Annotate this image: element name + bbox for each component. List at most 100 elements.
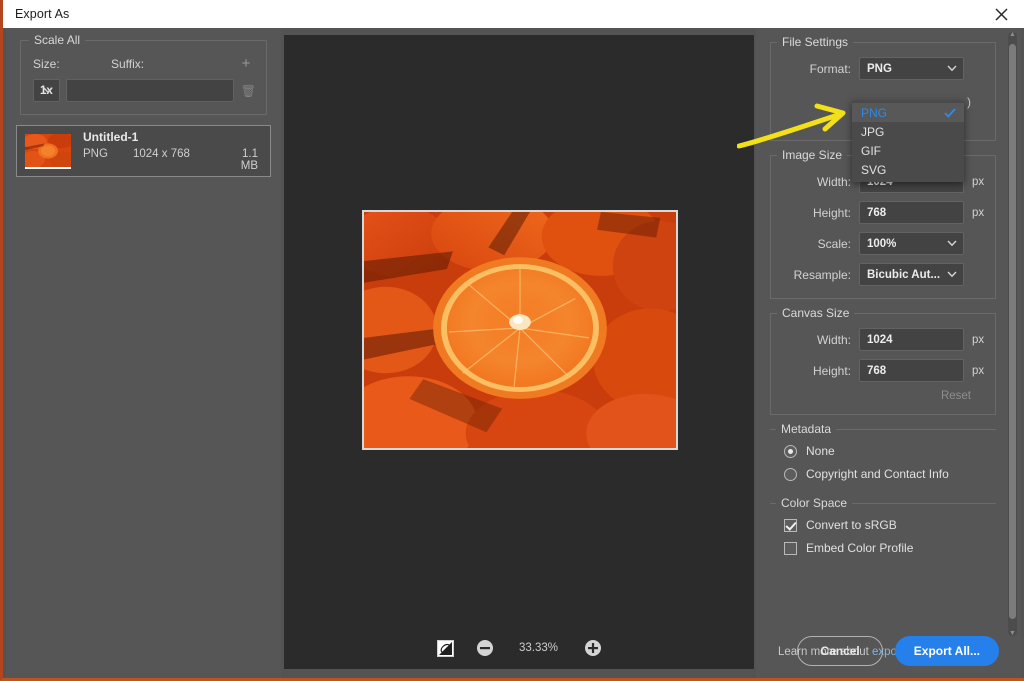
scrollbar-thumb[interactable] [1009,44,1016,619]
scroll-down-arrow-icon[interactable]: ▼ [1009,630,1016,637]
metadata-option-copyright[interactable]: Copyright and Contact Info [780,467,986,481]
title-bar: Export As [3,0,1024,28]
color-space-title: Color Space [776,496,853,510]
settings-scrollbar[interactable]: ▲ ▼ [1008,31,1017,637]
cancel-button[interactable]: Cancel [797,636,883,666]
minus-circle-icon[interactable] [476,639,494,657]
trash-icon[interactable]: 🗑 [241,84,256,98]
scale-all-group: Scale All Size: Suffix: + 1x 🗑 [20,33,267,115]
metadata-option-none-label: None [806,444,835,458]
format-option-svg[interactable]: SVG [852,160,964,179]
radio-icon [784,444,797,458]
image-height-unit: px [972,206,985,219]
close-icon [994,7,1008,21]
plus-icon[interactable]: + [238,56,254,71]
resample-value: Bicubic Aut... [867,268,941,281]
format-option-png[interactable]: PNG [852,103,964,122]
scroll-up-arrow-icon[interactable]: ▲ [1009,31,1016,38]
resample-select[interactable]: Bicubic Aut... [859,263,964,286]
canvas-width-unit: px [972,333,985,346]
checkbox-icon [784,541,797,555]
occluded-quality-text: ) [967,95,971,109]
close-button[interactable] [978,0,1024,28]
dialog-footer: Cancel Export All... [797,636,999,666]
zoom-toolbar: 33.33% [284,639,754,657]
plus-circle-icon[interactable] [584,639,602,657]
image-scale-label: Scale: [817,236,851,251]
canvas-width-input[interactable]: 1024 [859,328,964,351]
metadata-option-copyright-label: Copyright and Contact Info [806,467,949,481]
format-label: Format: [809,61,851,76]
canvas-height-label: Height: [812,363,851,378]
color-space-option-srgb-label: Convert to sRGB [806,518,897,532]
format-dropdown-menu[interactable]: PNG JPG GIF SVG [852,101,964,182]
file-format: PNG [83,148,108,160]
metadata-title: Metadata [776,422,837,436]
format-option-png-label: PNG [861,105,888,120]
resample-label: Resample: [793,267,851,282]
preview-image-oranges [364,212,676,448]
image-width-unit: px [972,175,985,188]
file-sub-row: PNG 1024 x 768 1.1 MB [83,148,262,172]
zoom-level-label: 33.33% [518,642,558,654]
image-scale-value: 100% [867,237,897,250]
canvas-reset-row: Reset [781,390,985,402]
scale-all-title: Scale All [29,33,86,47]
format-option-svg-label: SVG [861,162,887,177]
chevron-down-icon [947,65,957,72]
image-size-title: Image Size [777,148,848,162]
chevron-down-icon [947,240,957,247]
file-name: Untitled-1 [83,130,139,144]
color-space-option-embed-label: Embed Color Profile [806,541,914,555]
metadata-group: Metadata None Copyright and Contact Info [770,422,996,489]
file-meta: Untitled-1 PNG 1024 x 768 1.1 MB [83,130,262,172]
suffix-input[interactable] [65,79,234,102]
preview-canvas[interactable]: 33.33% [284,35,754,669]
format-option-jpg-label: JPG [861,124,885,139]
suffix-label: Suffix: [111,57,145,71]
canvas-size-group: Canvas Size Width: 1024 px Height: 768 p… [770,306,996,415]
image-height-value: 768 [867,206,887,219]
toggle-transparency-icon[interactable] [436,639,454,657]
scale-all-fields-row: 1x 🗑 [33,79,256,102]
file-dimensions: 1024 x 768 [133,148,190,160]
file-settings-title: File Settings [777,35,854,49]
format-select-value: PNG [867,62,892,75]
checkbox-icon [784,518,797,532]
chevron-down-icon [947,271,957,278]
image-height-input[interactable]: 768 [859,201,964,224]
image-scale-row: Scale: 100% [781,232,985,255]
thumbnail-image [25,133,71,167]
export-file-list-item[interactable]: Untitled-1 PNG 1024 x 768 1.1 MB [16,125,271,177]
file-thumbnail [25,133,71,169]
format-select[interactable]: PNG [859,57,964,80]
color-space-option-embed[interactable]: Embed Color Profile [780,541,986,555]
size-select[interactable]: 1x [33,79,60,102]
canvas-width-label: Width: [816,332,851,347]
canvas-size-title: Canvas Size [777,306,855,320]
image-height-label: Height: [812,205,851,220]
chevron-down-icon [43,87,53,94]
export-as-dialog: Export As Scale All Size: Suffix: + 1x 🗑… [0,0,1024,681]
sidebar: Scale All Size: Suffix: + 1x 🗑 Untitled-… [6,28,281,678]
color-space-option-srgb[interactable]: Convert to sRGB [780,518,986,532]
canvas-height-input[interactable]: 768 [859,359,964,382]
export-all-button[interactable]: Export All... [894,636,999,666]
metadata-option-none[interactable]: None [780,444,986,458]
resample-row: Resample: Bicubic Aut... [781,263,985,286]
scale-all-labels-row: Size: Suffix: + [33,56,254,71]
canvas-width-row: Width: 1024 px [781,328,985,351]
format-option-gif-label: GIF [861,143,881,158]
color-space-group: Color Space Convert to sRGB Embed Color … [770,496,996,563]
format-option-jpg[interactable]: JPG [852,122,964,141]
canvas-width-value: 1024 [867,333,893,346]
canvas-reset-button[interactable]: Reset [941,390,971,402]
format-option-gif[interactable]: GIF [852,141,964,160]
canvas-height-row: Height: 768 px [781,359,985,382]
window-title: Export As [15,7,70,21]
canvas-height-unit: px [972,364,985,377]
image-height-row: Height: 768 px [781,201,985,224]
radio-icon [784,467,797,481]
image-scale-select[interactable]: 100% [859,232,964,255]
file-size: 1.1 MB [240,148,258,172]
